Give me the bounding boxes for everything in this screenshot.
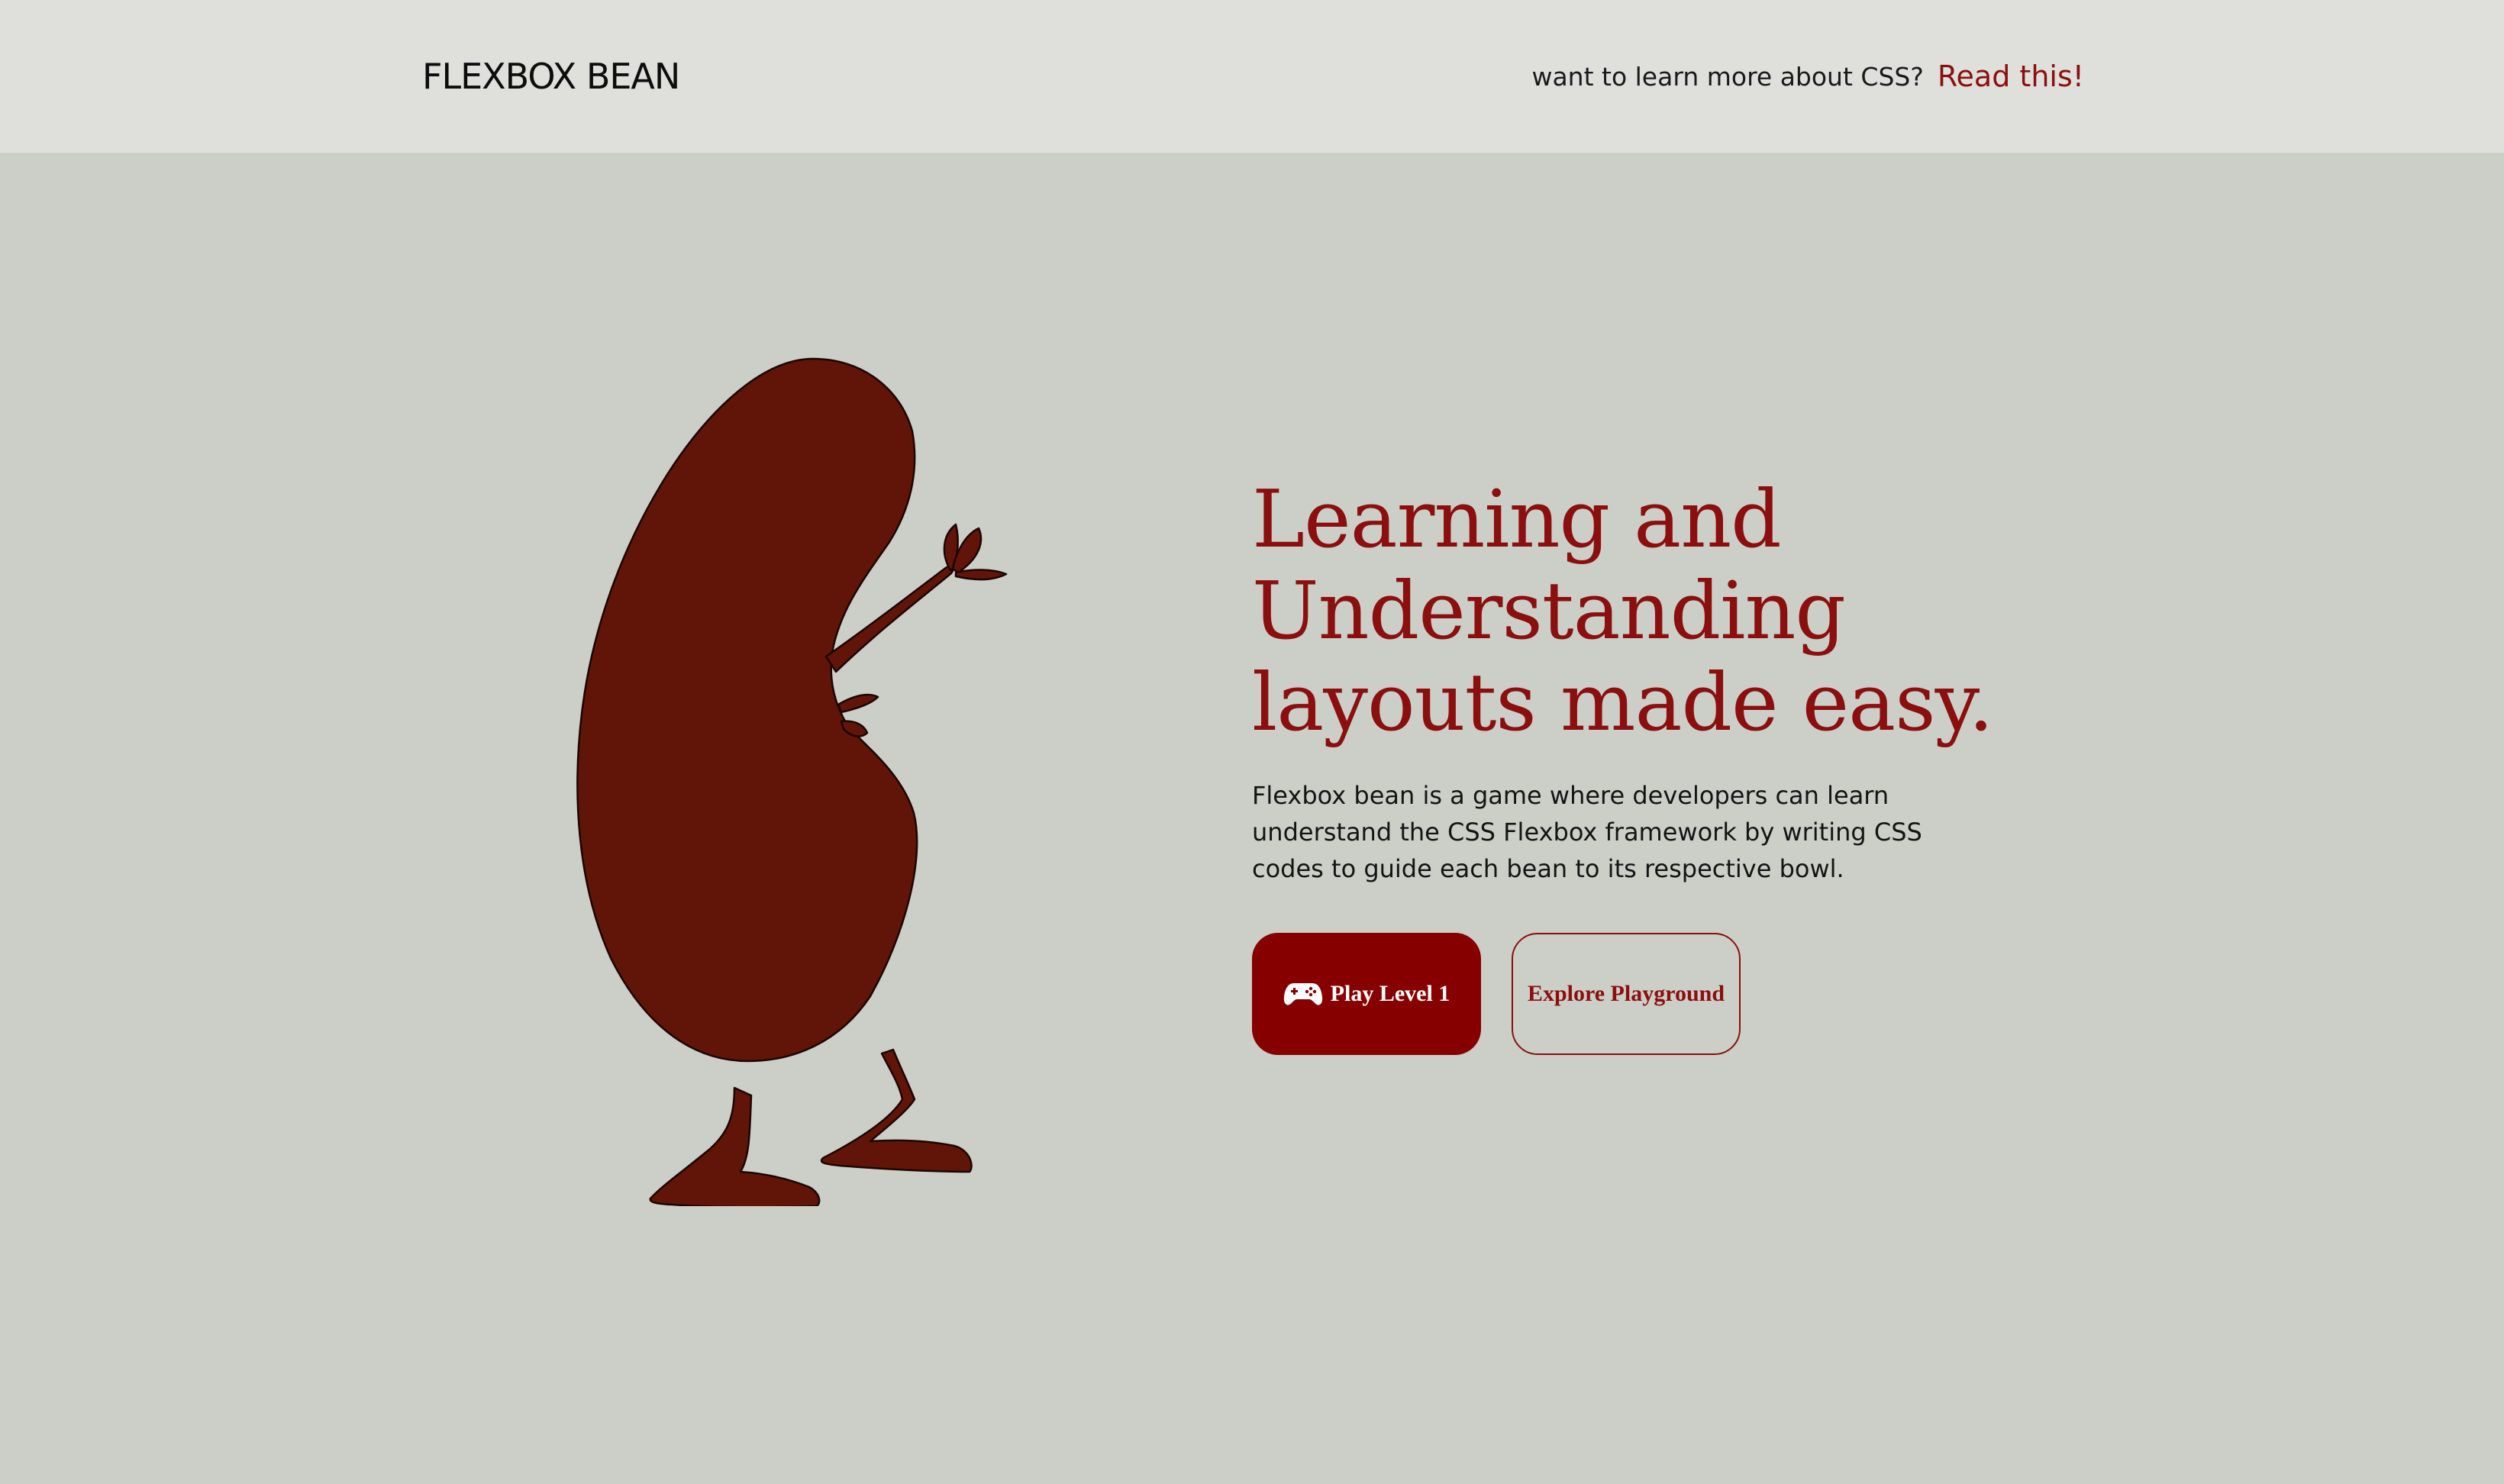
gamepad-icon [1283,980,1323,1008]
hero-description: Flexbox bean is a game where developers … [1252,781,1922,883]
top-navigation-bar: FLEXBOX BEAN want to learn more about CS… [0,0,2504,153]
hero-section: Learning and Understanding layouts made … [1252,473,2015,1055]
read-this-link[interactable]: Read this! [1938,60,2084,93]
bean-mascot-illustration [534,347,1069,1208]
hero-title-line-3: layouts made easy. [1252,656,1994,749]
hero-title-line-2: Understanding [1252,564,1846,657]
hero-title: Learning and Understanding layouts made … [1252,473,2015,748]
hero-actions: Play Level 1 Explore Playground [1252,933,2015,1055]
nav-question-text: want to learn more about CSS? [1531,61,1924,92]
brand-logo-text[interactable]: FLEXBOX BEAN [422,52,680,101]
play-level-1-button[interactable]: Play Level 1 [1252,933,1481,1055]
hero-title-line-1: Learning and [1252,473,1782,566]
nav-right-group: want to learn more about CSS? Read this! [1531,52,2084,101]
play-level-1-label: Play Level 1 [1330,981,1450,1006]
explore-playground-button[interactable]: Explore Playground [1512,933,1741,1055]
